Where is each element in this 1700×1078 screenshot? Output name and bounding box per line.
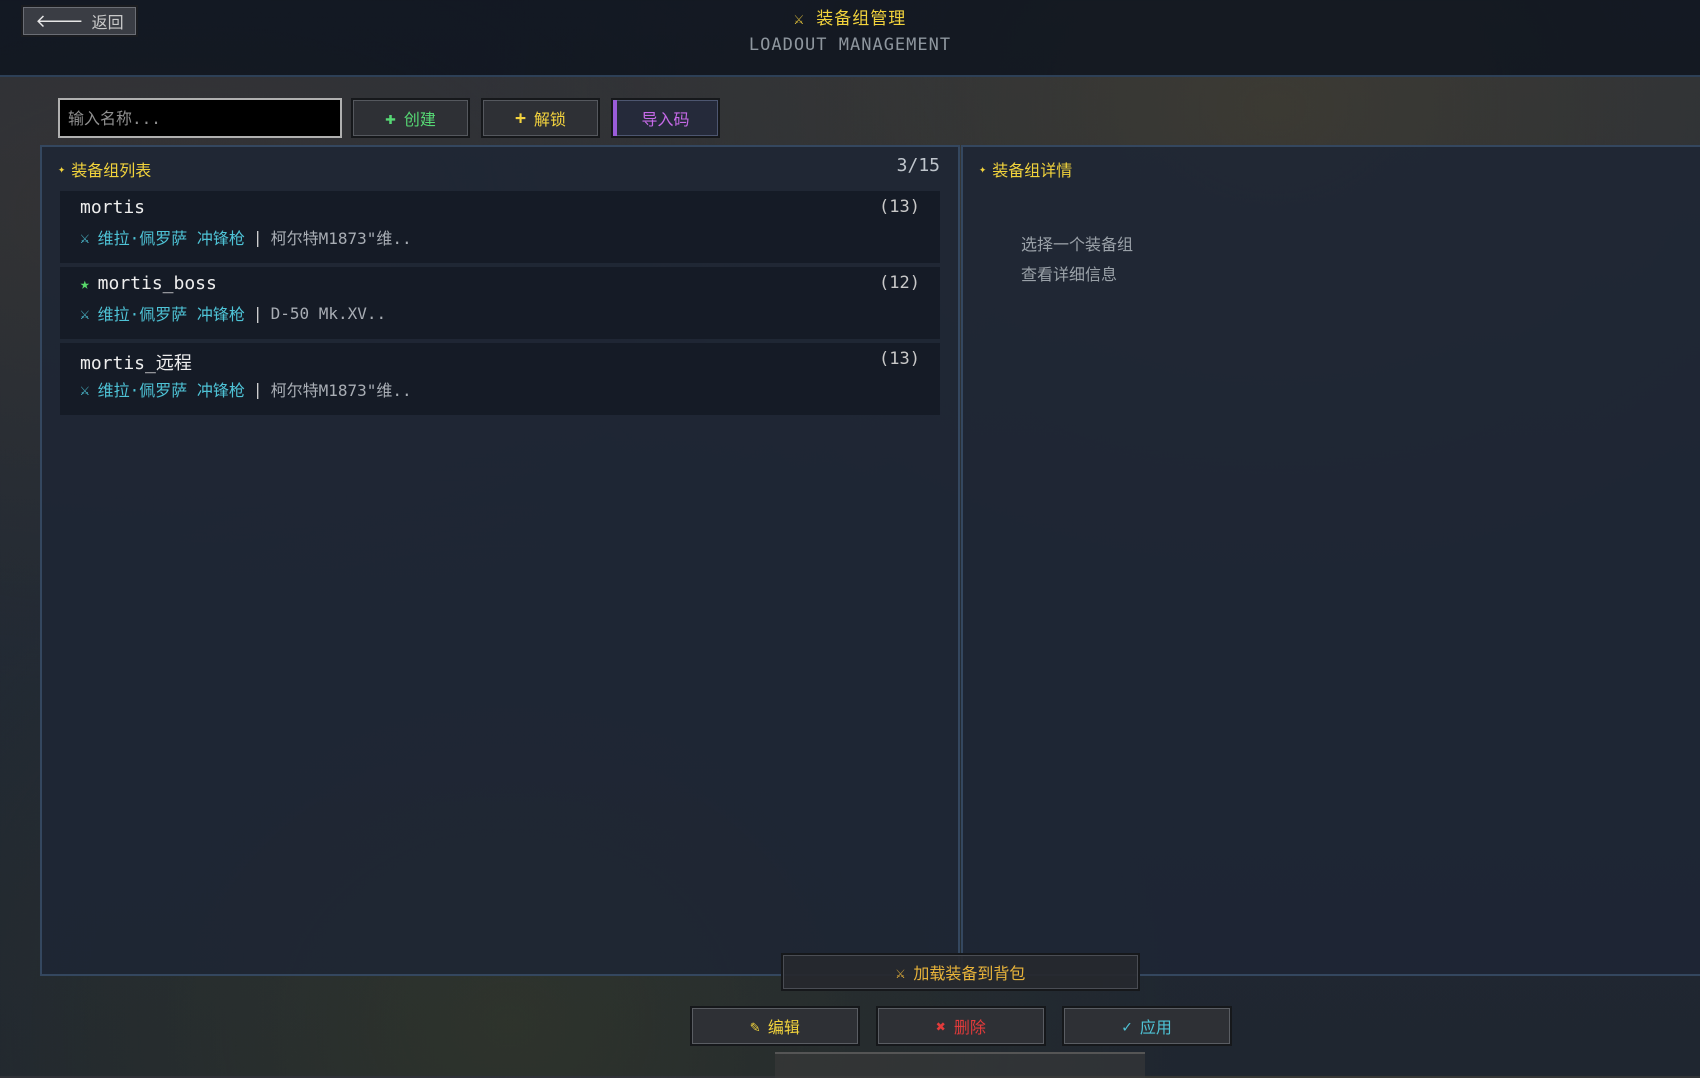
check-icon: ✓	[1122, 1016, 1132, 1036]
page-subtitle: LOADOUT MANAGEMENT	[748, 35, 952, 55]
loadout-list-panel: ✦ 装备组列表 3/15 mortis (13) ⚔ 维拉·佩罗萨 冲锋枪 | …	[40, 145, 960, 976]
loadout-weapons: ⚔ 维拉·佩罗萨 冲锋枪 | 柯尔特M1873"维..	[80, 379, 412, 401]
loadout-entry[interactable]: mortis_远程 (13) ⚔ 维拉·佩罗萨 冲锋枪 | 柯尔特M1873"维…	[60, 343, 940, 415]
import-code-button[interactable]: 导入码	[611, 98, 720, 138]
detail-hint: 选择一个装备组	[1021, 235, 1134, 254]
loadout-item-count: (13)	[879, 197, 920, 217]
close-icon: ✖	[936, 1016, 946, 1036]
loadout-count: 3/15	[896, 155, 940, 176]
unlock-button[interactable]: + 解锁	[481, 98, 600, 138]
loadout-item-count: (12)	[879, 273, 920, 293]
swords-icon: ⚔	[80, 227, 90, 247]
loadout-name: ★ mortis_boss	[80, 273, 217, 294]
loadout-weapons: ⚔ 维拉·佩罗萨 冲锋枪 | D-50 Mk.XV..	[80, 303, 387, 325]
diamond-icon: ✦	[58, 162, 66, 176]
apply-button[interactable]: ✓ 应用	[1062, 1006, 1232, 1046]
loadout-item-count: (13)	[879, 349, 920, 369]
plus-icon: +	[515, 107, 526, 129]
edit-button[interactable]: ✎ 编辑	[690, 1006, 860, 1046]
list-panel-title: ✦ 装备组列表	[58, 161, 152, 180]
delete-button[interactable]: ✖ 删除	[876, 1006, 1046, 1046]
detail-panel-title: ✦ 装备组详情	[979, 161, 1073, 180]
create-button[interactable]: ✚ 创建	[351, 98, 470, 138]
swords-icon: ⚔	[80, 303, 90, 323]
loadout-detail-panel: ✦ 装备组详情 选择一个装备组 查看详细信息	[961, 145, 1700, 976]
load-to-inventory-button[interactable]: ⚔ 加载装备到背包	[781, 953, 1140, 991]
swords-icon: ⚔	[793, 9, 805, 29]
loadout-entry[interactable]: mortis (13) ⚔ 维拉·佩罗萨 冲锋枪 | 柯尔特M1873"维..	[60, 191, 940, 263]
loadout-weapons: ⚔ 维拉·佩罗萨 冲锋枪 | 柯尔特M1873"维..	[80, 227, 412, 249]
swords-icon: ⚔	[80, 379, 90, 399]
star-icon: ★	[80, 274, 90, 293]
page-title: ⚔ 装备组管理	[793, 9, 907, 29]
loadout-name: mortis_远程	[80, 353, 192, 374]
detail-hint: 查看详细信息	[1021, 265, 1118, 284]
diamond-icon: ✦	[979, 162, 987, 176]
header-bar: 🡐 返回 ⚔ 装备组管理 LOADOUT MANAGEMENT	[0, 0, 1700, 77]
swords-icon: ⚔	[895, 962, 906, 982]
plus-icon: ✚	[385, 107, 396, 129]
loadout-name: mortis	[80, 197, 146, 218]
game-hotbar	[775, 1052, 1145, 1078]
loadout-entry[interactable]: ★ mortis_boss (12) ⚔ 维拉·佩罗萨 冲锋枪 | D-50 M…	[60, 267, 940, 339]
name-input[interactable]	[58, 98, 342, 138]
pencil-icon: ✎	[750, 1016, 760, 1036]
